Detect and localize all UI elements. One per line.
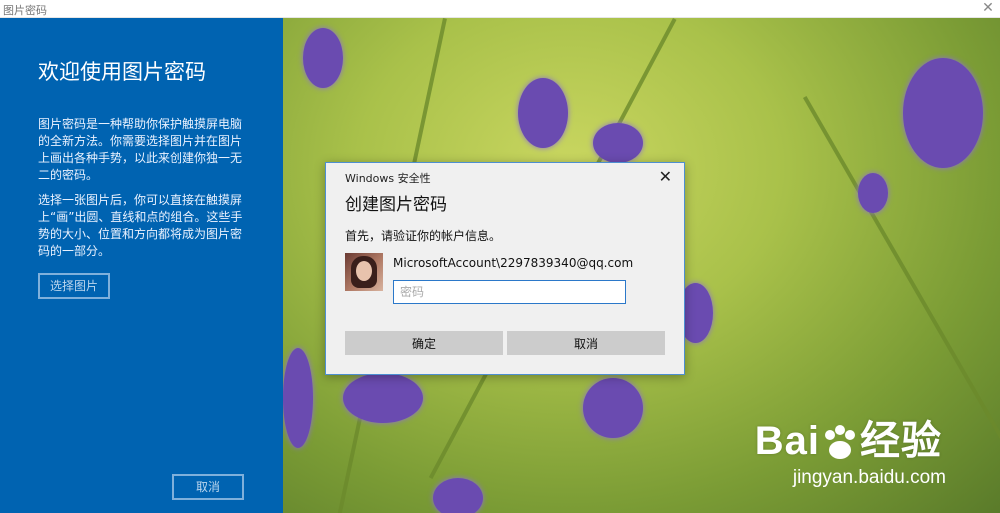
panel-description-1: 图片密码是一种帮助你保护触摸屏电脑的全新方法。你需要选择图片并在图片上画出各种手… [38, 117, 243, 182]
window-title: 图片密码 [3, 4, 47, 17]
account-name: MicrosoftAccount\2297839340@qq.com [393, 256, 634, 270]
baidu-paw-icon [825, 425, 855, 460]
baidu-jingyan-text: 经验 [860, 419, 942, 463]
picture-password-panel: 欢迎使用图片密码 图片密码是一种帮助你保护触摸屏电脑的全新方法。你需要选择图片并… [0, 18, 283, 513]
lavender-flower [903, 58, 983, 168]
dialog-title: Windows 安全性 [345, 172, 431, 185]
lavender-flower [433, 478, 483, 513]
panel-cancel-button[interactable]: 取消 [172, 474, 244, 500]
window-titlebar: 图片密码 ✕ [0, 0, 1000, 18]
ok-button[interactable]: 确定 [345, 331, 503, 355]
dialog-cancel-button[interactable]: 取消 [507, 331, 665, 355]
lavender-flower [518, 78, 568, 148]
lavender-flower [858, 173, 888, 213]
dialog-prompt: 首先，请验证你的帐户信息。 [345, 229, 502, 243]
windows-security-dialog: Windows 安全性 ✕ 创建图片密码 首先，请验证你的帐户信息。 Micro… [325, 162, 685, 375]
baidu-watermark-url: jingyan.baidu.com [792, 467, 946, 488]
baidu-watermark: Bai 经验 [755, 408, 942, 466]
lavender-flower [303, 28, 343, 88]
panel-description-2: 选择一张图片后，你可以直接在触摸屏上“画”出圆、直线和点的组合。这些手势的大小、… [38, 193, 243, 258]
lavender-flower [283, 348, 313, 448]
choose-picture-button[interactable]: 选择图片 [38, 273, 110, 299]
baidu-logo-text: Bai [754, 419, 820, 463]
lavender-flower [343, 373, 423, 423]
panel-heading: 欢迎使用图片密码 [38, 60, 206, 84]
lavender-flower [593, 123, 643, 163]
dialog-close-icon[interactable]: ✕ [659, 167, 672, 186]
lavender-flower [583, 378, 643, 438]
window-close-icon[interactable]: ✕ [980, 0, 996, 16]
user-avatar [345, 253, 383, 291]
password-input[interactable] [393, 280, 626, 304]
avatar-face [356, 261, 372, 281]
dialog-heading: 创建图片密码 [345, 195, 447, 215]
